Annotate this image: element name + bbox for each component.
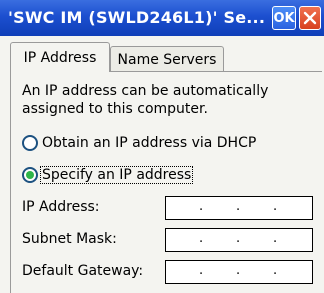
radio-dhcp-label[interactable]: Obtain an IP address via DHCP [41, 135, 257, 151]
default-gateway-input[interactable]: . . . [165, 260, 313, 284]
close-button[interactable] [299, 6, 321, 30]
radio-unselected-icon[interactable] [22, 135, 38, 151]
radio-specify-label[interactable]: Specify an IP address [39, 166, 194, 184]
close-icon [303, 11, 317, 25]
tab-strip: IP Address Name Servers [0, 36, 324, 72]
description-text: An IP address can be automatically assig… [22, 82, 312, 118]
ok-button[interactable]: OK [272, 6, 296, 30]
tab-ip-address[interactable]: IP Address [10, 42, 110, 72]
window-title: 'SWC IM (SWLD246L1)' Se... [8, 8, 266, 27]
ip-address-label: IP Address: [22, 199, 100, 215]
description-line: assigned to this computer. [22, 101, 208, 117]
title-bar: 'SWC IM (SWLD246L1)' Se... OK [0, 0, 324, 36]
subnet-mask-input[interactable]: . . . [165, 228, 313, 252]
radio-dhcp[interactable]: Obtain an IP address via DHCP [22, 132, 257, 154]
radio-selected-icon[interactable] [22, 167, 38, 183]
description-line: An IP address can be automatically [22, 83, 269, 99]
default-gateway-label: Default Gateway: [22, 263, 144, 279]
subnet-mask-label: Subnet Mask: [22, 231, 117, 247]
tab-name-servers[interactable]: Name Servers [110, 46, 224, 72]
radio-specify[interactable]: Specify an IP address [22, 164, 194, 186]
ip-address-input[interactable]: . . . [165, 196, 313, 220]
